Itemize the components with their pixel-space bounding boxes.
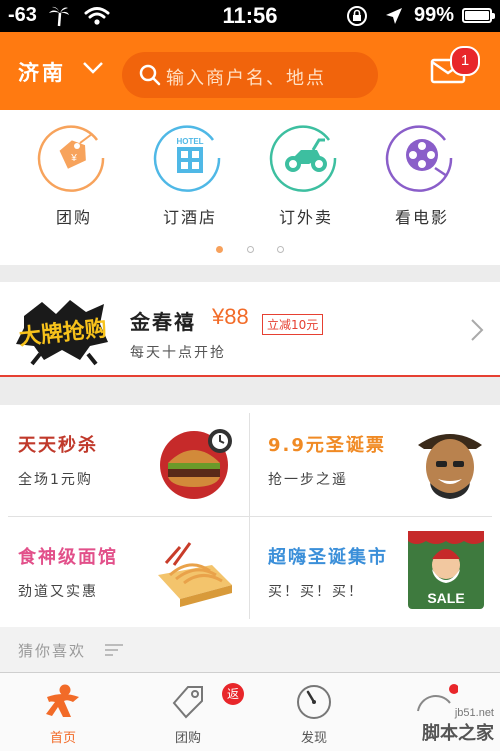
category-movie[interactable]: 看电影 xyxy=(367,118,477,228)
page-dot[interactable] xyxy=(276,246,284,253)
category-tuangou[interactable]: ¥ 团购 xyxy=(19,118,129,228)
page-indicator xyxy=(0,238,500,257)
feature-subtitle: 全场1元购 xyxy=(18,472,93,488)
feature-grid: 天天秒杀 全场1元购 9.9元圣诞票 抢一步之遥 食神级面馆 劲道又实惠 超嗨圣… xyxy=(0,405,500,627)
promo-title: 金春禧 xyxy=(130,310,196,334)
feature-christmas-market[interactable]: 超嗨圣诞集市 买！买！买！ SALE xyxy=(250,517,499,627)
top-header: 济南 输入商户名、地点 1 xyxy=(0,32,500,110)
chevron-down-icon[interactable] xyxy=(82,60,104,76)
feature-title: 超嗨圣诞集市 xyxy=(268,547,388,568)
feature-flash-sale[interactable]: 天天秒杀 全场1元购 xyxy=(0,405,249,515)
burger-image xyxy=(160,429,232,499)
watermark-site: jb51.net xyxy=(454,707,494,719)
tab-home[interactable]: 首页 xyxy=(3,683,123,746)
location-arrow-icon xyxy=(386,8,402,24)
search-icon xyxy=(139,64,161,86)
promo-subtitle: 每天十点开抢 xyxy=(130,345,226,361)
watermark: jb51.net 脚本之家 xyxy=(422,707,494,745)
feature-noodle-shop[interactable]: 食神级面馆 劲道又实惠 xyxy=(0,517,249,627)
bottom-tab-bar: 首页 团购 返 发现 jb51.net 脚本之家 xyxy=(0,672,500,751)
tab-discover[interactable]: 发现 xyxy=(254,683,374,746)
feature-title: 9.9元圣诞票 xyxy=(268,435,386,456)
feature-subtitle: 抢一步之遥 xyxy=(268,472,348,488)
promo-price: ¥88 xyxy=(212,304,249,329)
watermark-name: 脚本之家 xyxy=(422,723,494,744)
category-hotel[interactable]: HOTEL 订酒店 xyxy=(135,118,245,228)
compass-icon xyxy=(297,685,331,719)
status-bar: -63 11:56 99% xyxy=(0,0,500,32)
promo-discount-tag: 立减10元 xyxy=(262,314,324,335)
svg-text:HOTEL: HOTEL xyxy=(176,137,203,146)
city-selector[interactable]: 济南 xyxy=(18,57,66,87)
search-placeholder: 输入商户名、地点 xyxy=(166,68,326,89)
actor-image xyxy=(418,434,482,499)
tab-label: 团购 xyxy=(174,731,201,746)
page-dot-active[interactable] xyxy=(216,246,224,253)
feature-title: 食神级面馆 xyxy=(18,547,118,568)
list-lines-icon xyxy=(105,644,123,656)
sale-label: SALE xyxy=(427,590,464,606)
battery-icon xyxy=(462,8,495,23)
tab-label: 首页 xyxy=(49,731,76,746)
recommend-title: 猜你喜欢 xyxy=(18,642,87,660)
page-dot[interactable] xyxy=(246,246,254,253)
feature-christmas-ticket[interactable]: 9.9元圣诞票 抢一步之遥 xyxy=(250,405,499,515)
category-label: 订外卖 xyxy=(278,208,333,227)
feature-subtitle: 买！买！买！ xyxy=(268,584,364,600)
category-takeout[interactable]: 订外卖 xyxy=(251,118,361,228)
promo-banner[interactable]: 大牌抢购 金春禧 ¥88 立减10元 每天十点开抢 xyxy=(0,282,500,377)
tab-label: 发现 xyxy=(300,731,327,746)
hotel-icon: HOTEL xyxy=(153,125,221,192)
tag-icon: ¥ xyxy=(37,125,105,192)
category-label: 看电影 xyxy=(394,208,449,227)
rotation-lock-icon xyxy=(347,6,367,26)
battery-percent: 99% xyxy=(413,4,454,26)
home-person-icon xyxy=(46,684,79,717)
chevron-right-icon xyxy=(471,319,484,341)
tag-icon xyxy=(172,686,203,719)
svg-text:¥: ¥ xyxy=(70,153,77,164)
grid-divider-horizontal xyxy=(8,516,492,517)
film-reel-icon xyxy=(385,125,453,192)
scooter-icon xyxy=(269,125,337,192)
search-bar[interactable]: 输入商户名、地点 xyxy=(122,52,378,98)
category-panel: ¥ 团购 HOTEL 订酒店 订外卖 看电影 xyxy=(0,110,500,265)
recommend-header: 猜你喜欢 xyxy=(0,627,500,672)
rebate-badge: 返 xyxy=(222,683,244,705)
feature-subtitle: 劲道又实惠 xyxy=(18,584,98,600)
category-label: 订酒店 xyxy=(162,208,217,227)
noodles-image xyxy=(158,542,232,607)
category-label: 团购 xyxy=(55,208,92,227)
feature-title: 天天秒杀 xyxy=(18,435,98,456)
santa-sale-image: SALE xyxy=(408,531,484,609)
big-brand-sale-logo: 大牌抢购 xyxy=(16,300,108,366)
mail-badge: 1 xyxy=(450,46,480,76)
